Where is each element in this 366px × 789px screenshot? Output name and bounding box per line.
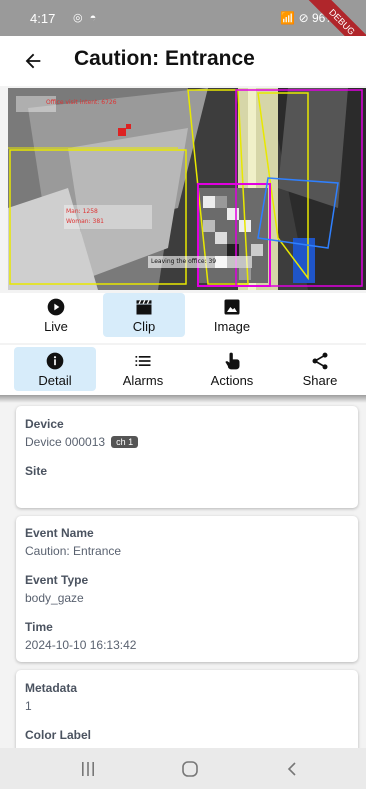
- tab-detail-label: Detail: [38, 373, 72, 388]
- event-card: Event Name Caution: Entrance Event Type …: [16, 516, 358, 662]
- device-label: Device: [25, 417, 64, 431]
- time-label: Time: [25, 620, 53, 634]
- time-value: 2024-10-10 16:13:42: [25, 638, 137, 652]
- recent-apps-icon[interactable]: [68, 758, 108, 780]
- tab-actions-label: Actions: [210, 373, 254, 388]
- event-name-label: Event Name: [25, 526, 94, 540]
- metadata-card: Metadata 1 Color Label: [16, 670, 358, 750]
- system-nav-bar: [0, 748, 366, 789]
- divider: [0, 395, 366, 403]
- tab-detail[interactable]: Detail: [14, 347, 96, 391]
- status-time: 4:17: [30, 11, 56, 26]
- status-left-icons: ◎ ◓: [73, 12, 99, 24]
- tab-image-label: Image: [213, 319, 251, 334]
- page-title: Caution: Entrance: [74, 47, 255, 70]
- tab-image[interactable]: Image: [191, 293, 273, 337]
- hand-pointer-icon: [225, 352, 240, 370]
- tab-alarms-label: Alarms: [122, 373, 164, 388]
- tab-share-label: Share: [302, 373, 338, 388]
- image-icon: [224, 299, 240, 315]
- tab-share[interactable]: Share: [279, 347, 361, 391]
- overlay-leaving-count: Leaving the office: 39: [151, 258, 217, 265]
- detail-tab-row: Detail Alarms Actions Share: [0, 345, 366, 395]
- tab-live[interactable]: Live: [15, 293, 97, 337]
- overlay-visit-intent: Office visit intent: 6726: [46, 99, 117, 106]
- back-arrow-icon[interactable]: [18, 46, 48, 76]
- event-type-label: Event Type: [25, 573, 89, 587]
- status-bar: 4:17 ◎ ◓ 📶 ⊘ 96% DEBUG: [0, 0, 366, 64]
- tab-clip[interactable]: Clip: [103, 293, 185, 337]
- clapperboard-icon: [136, 300, 152, 315]
- video-frame[interactable]: Office visit intent: 6726 Man: 1258 Woma…: [8, 88, 366, 290]
- tab-actions[interactable]: Actions: [191, 347, 273, 391]
- tab-alarms[interactable]: Alarms: [102, 347, 184, 391]
- home-icon[interactable]: [170, 758, 210, 780]
- event-name-value: Caution: Entrance: [25, 544, 122, 558]
- device-value: Device 000013 ch 1: [25, 435, 139, 449]
- site-label: Site: [25, 464, 48, 478]
- device-name: Device 000013: [25, 435, 106, 449]
- overlay-woman-count: Woman: 381: [66, 218, 104, 225]
- overlay-man-count: Man: 1258: [66, 208, 98, 215]
- color-label-label: Color Label: [25, 728, 92, 742]
- tab-clip-label: Clip: [132, 319, 156, 334]
- share-icon: [312, 352, 328, 370]
- system-back-icon[interactable]: [272, 758, 312, 780]
- device-card: Device Device 000013 ch 1 Site: [16, 406, 358, 508]
- tab-live-label: Live: [44, 319, 68, 334]
- media-tab-row: Live Clip Image: [0, 293, 366, 343]
- event-type-value: body_gaze: [25, 591, 84, 605]
- metadata-label: Metadata: [25, 681, 78, 695]
- play-circle-icon: [47, 298, 65, 316]
- metadata-value: 1: [25, 699, 32, 713]
- list-icon: [135, 356, 151, 366]
- channel-chip: ch 1: [111, 436, 139, 448]
- info-icon: [46, 352, 64, 370]
- app-bar: Caution: Entrance: [0, 36, 366, 86]
